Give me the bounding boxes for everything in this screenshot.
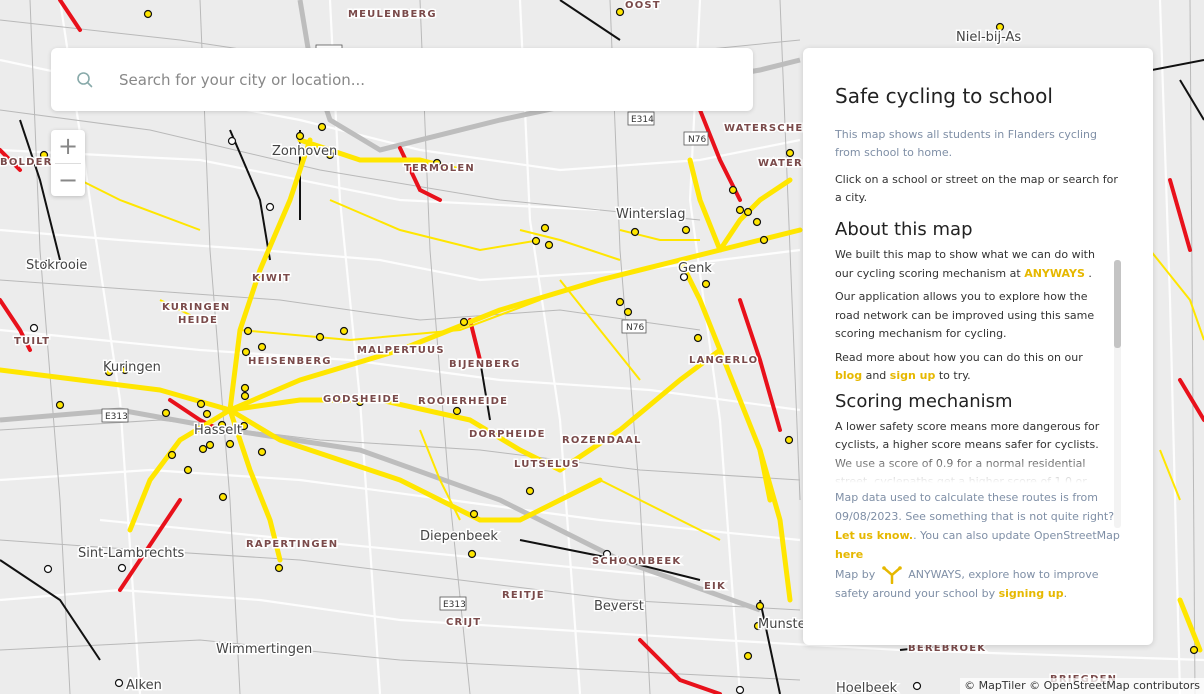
zoom-in-button[interactable]: + <box>51 130 85 163</box>
map-attribution[interactable]: © MapTiler © OpenStreetMap contributors <box>960 678 1204 694</box>
panel-scrollbar-thumb[interactable] <box>1114 260 1121 348</box>
sign-up-link[interactable]: sign up <box>890 369 936 382</box>
map-town-label: Beverst <box>594 599 644 614</box>
map-place-label: ROOIERHEIDE <box>418 396 508 407</box>
map-place-label: TERMOLEN <box>404 163 475 174</box>
map-place-label: LUTSELUS <box>514 459 580 470</box>
map-place-label: RAPERTINGEN <box>246 539 338 550</box>
search-input[interactable] <box>119 70 699 89</box>
anyways-link[interactable]: ANYWAYS <box>1024 267 1085 280</box>
map-place-label: CRIJT <box>446 617 481 628</box>
map-place-label: DORPHEIDE <box>469 429 546 440</box>
map-place-label: HEISENBERG <box>248 356 332 367</box>
map-place-label: GODSHEIDE <box>323 394 400 405</box>
map-place-label: SCHOONBEEK <box>592 556 681 567</box>
map-place-label: LANGERLO <box>689 355 758 366</box>
map-place-label: BIJENBERG <box>449 359 520 370</box>
about-paragraph-3: Read more about how you can do this on o… <box>835 350 1083 383</box>
map-town-label: Hoelbeek <box>836 681 898 694</box>
road-shield-label: E313 <box>105 412 128 422</box>
map-town-label: Niel-bij-As <box>956 30 1021 45</box>
panel-footer: Map data used to calculate these routes … <box>835 488 1123 604</box>
map-place-label: ROZENDAAL <box>562 435 642 446</box>
info-panel: Safe cycling to school This map shows al… <box>803 48 1153 645</box>
scroll-fade <box>835 453 1105 483</box>
map-town-label: Winterslag <box>616 207 685 222</box>
map-place-label: TUILT <box>14 336 50 347</box>
footer-data-note: Map data used to calculate these routes … <box>835 491 1120 561</box>
let-us-know-link[interactable]: Let us know. <box>835 529 913 542</box>
panel-intro: This map shows all students in Flanders … <box>835 128 1097 159</box>
footer-credit: Map by ANYWAYS, explore how to improve s… <box>835 566 1099 600</box>
map-place-label: EIK <box>704 581 726 592</box>
map-town-label: Wimmertingen <box>216 642 312 657</box>
panel-instruction: Click on a school or street on the map o… <box>835 173 1118 204</box>
map-town-label: Hasselt <box>194 423 242 438</box>
signing-up-link[interactable]: signing up <box>999 587 1064 600</box>
osm-here-link[interactable]: here <box>835 548 863 561</box>
map-town-label: Alken <box>126 678 162 693</box>
map-place-label: MALPERTUUS <box>357 345 445 356</box>
about-heading: About this map <box>835 219 973 240</box>
about-paragraph-1: We built this map to show what we can do… <box>835 248 1095 280</box>
map-town-label: Sint-Lambrechts <box>78 546 185 561</box>
map-place-label: WATERSCHEI <box>724 123 808 134</box>
map-place-label: REITJE <box>502 590 545 601</box>
road-shield-label: E314 <box>631 115 654 125</box>
map-place-label: KIWIT <box>252 273 291 284</box>
zoom-control: + − <box>51 130 85 196</box>
search-icon <box>77 71 93 87</box>
map-town-label: Stokrooie <box>26 258 87 273</box>
road-shield-label: E313 <box>443 600 466 610</box>
road-shield-label: N76 <box>626 323 644 333</box>
zoom-out-button[interactable]: − <box>51 164 85 197</box>
map-town-label: Diepenbeek <box>420 529 498 544</box>
panel-title: Safe cycling to school <box>835 84 1053 108</box>
road-shield-label: N76 <box>688 135 706 145</box>
map-place-label: KURINGEN <box>162 302 231 313</box>
scoring-heading: Scoring mechanism <box>835 390 1013 412</box>
map-town-label: Kuringen <box>103 360 161 375</box>
map-place-label: HEIDE <box>178 315 218 326</box>
map-town-label: Zonhoven <box>272 144 337 159</box>
map-place-label: MEULENBERG <box>348 9 437 20</box>
map-place-label: OOST <box>625 0 661 11</box>
map-town-label: Genk <box>678 261 712 276</box>
about-paragraph-2: Our application allows you to explore ho… <box>835 290 1095 340</box>
panel-scroll-area[interactable]: About this map We built this map to show… <box>835 215 1121 483</box>
anyways-logo-icon <box>881 566 902 584</box>
search-bar[interactable] <box>51 48 753 111</box>
blog-link[interactable]: blog <box>835 369 862 382</box>
